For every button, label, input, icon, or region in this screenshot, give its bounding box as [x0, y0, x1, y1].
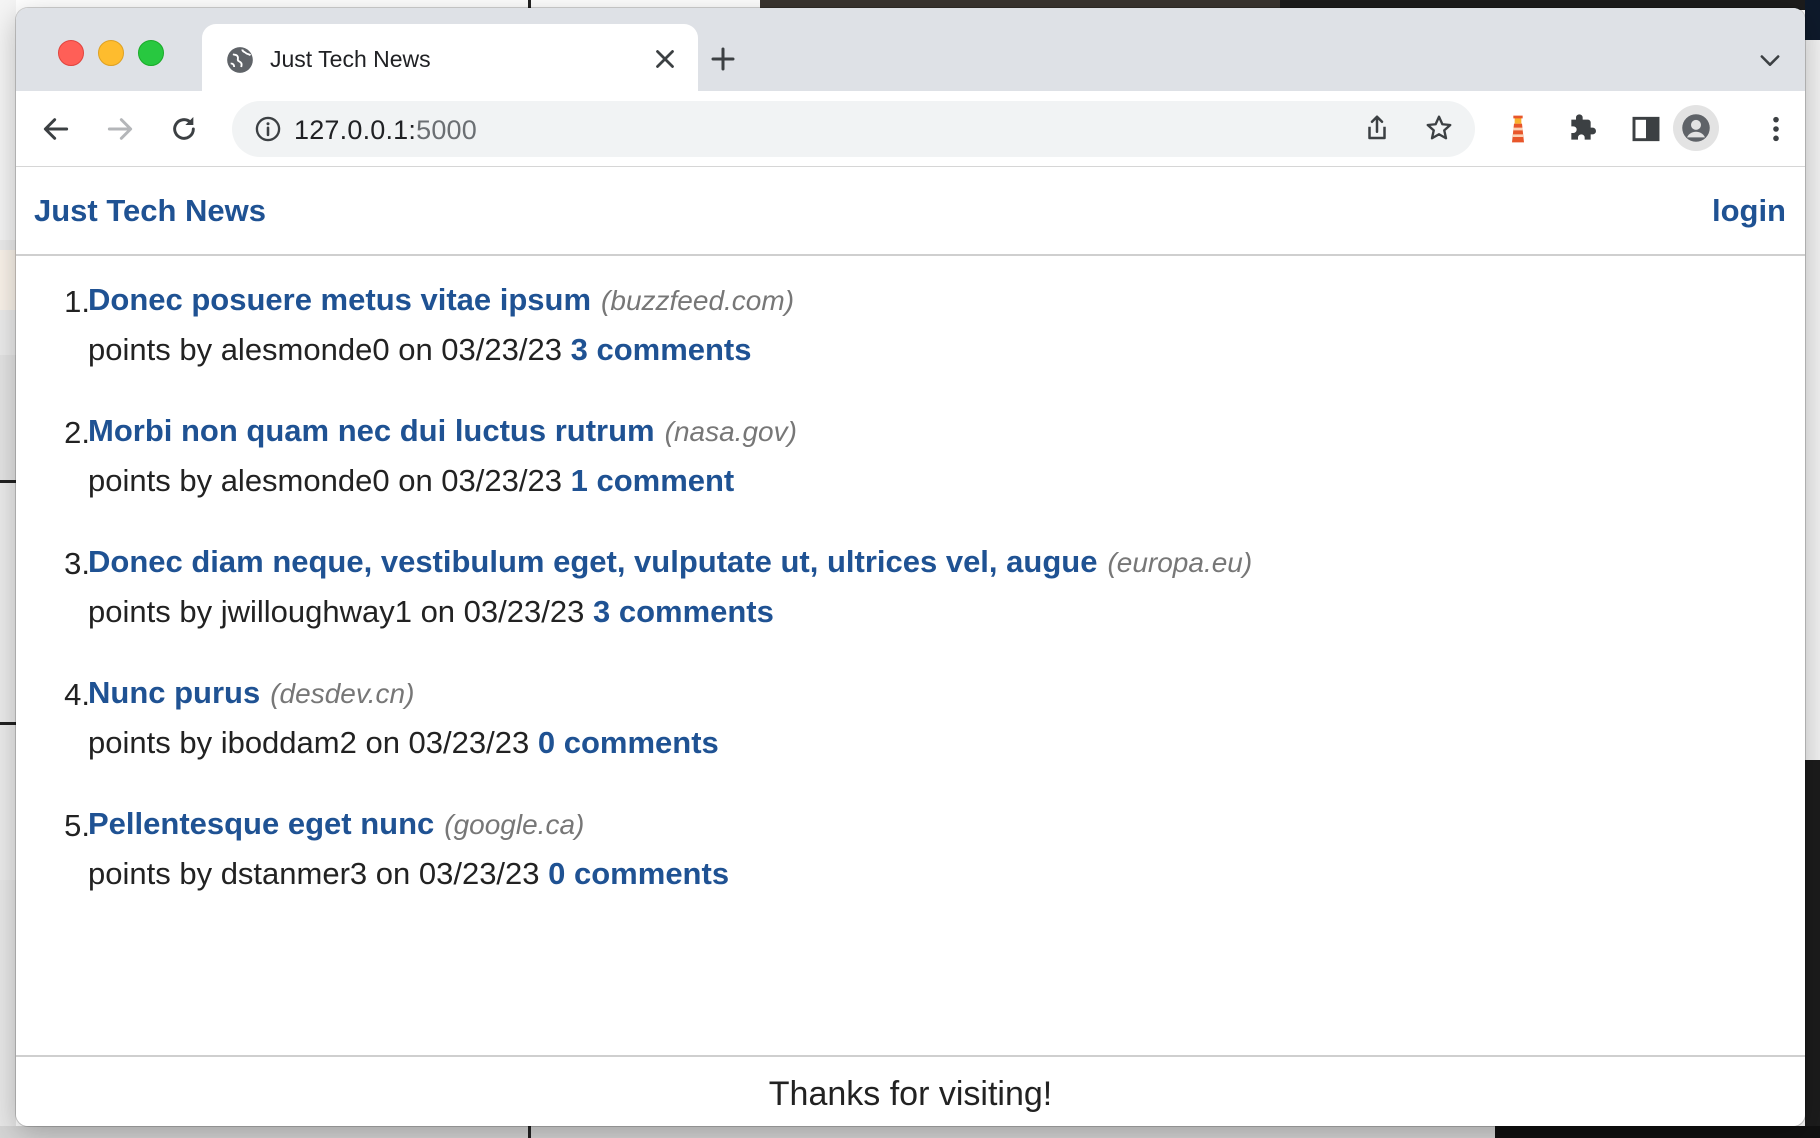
- reload-icon[interactable]: [168, 113, 200, 145]
- desktop-background-left-bottom: [0, 880, 16, 1138]
- browser-tab-active[interactable]: Just Tech News: [202, 24, 698, 91]
- puzzle-icon[interactable]: [1566, 113, 1598, 145]
- profile-icon: [1682, 114, 1710, 142]
- tab-title: Just Tech News: [270, 46, 431, 72]
- chevron-down-icon[interactable]: [1756, 46, 1784, 74]
- more-vert-icon[interactable]: [1760, 113, 1792, 145]
- url-text[interactable]: 127.0.0.1:5000: [294, 115, 477, 146]
- lighthouse-icon[interactable]: [1502, 113, 1534, 145]
- post-meta: points by dstanmer3 on 03/23/23 0 commen…: [88, 856, 729, 892]
- desktop-background-left-panel: [0, 355, 16, 480]
- url-host: 127.0.0.1:: [294, 115, 417, 145]
- desktop-background-bottom-right: [1495, 1126, 1820, 1138]
- desktop-background-right-top: [1805, 0, 1820, 40]
- desktop-background-divider: [0, 722, 16, 725]
- back-arrow-icon[interactable]: [40, 113, 72, 145]
- post-meta-text: points by iboddam2 on 03/23/23: [88, 725, 530, 760]
- post-meta: points by alesmonde0 on 03/23/23 3 comme…: [88, 332, 752, 368]
- browser-window: Just Tech News 127.0.0.1:5000 Just Tech …: [16, 8, 1805, 1126]
- post-title-link[interactable]: Donec posuere metus vitae ipsum (buzzfeed…: [88, 282, 794, 318]
- post-number: 4.: [64, 677, 90, 712]
- star-icon[interactable]: [1424, 113, 1454, 143]
- post-number: 2.: [64, 415, 90, 450]
- browser-toolbar: 127.0.0.1:5000: [16, 91, 1805, 167]
- site-footer: Thanks for visiting!: [16, 1055, 1805, 1126]
- desktop-background-right-bottom: [1805, 760, 1820, 1138]
- post-title: Donec diam neque, vestibulum eget, vulpu…: [88, 544, 1098, 579]
- post-title: Nunc purus: [88, 675, 261, 710]
- post-comments-link[interactable]: 3 comments: [571, 332, 752, 367]
- post-meta: points by jwilloughway1 on 03/23/23 3 co…: [88, 594, 774, 630]
- site-header: Just Tech News login: [16, 167, 1805, 256]
- post-number: 1.: [64, 284, 90, 319]
- post-comments-link[interactable]: 3 comments: [593, 594, 774, 629]
- post-domain: (desdev.cn): [270, 678, 415, 709]
- profile-button[interactable]: [1673, 105, 1719, 151]
- plus-icon[interactable]: [708, 44, 738, 74]
- post-meta-text: points by alesmonde0 on 03/23/23: [88, 332, 562, 367]
- login-link[interactable]: login: [1712, 193, 1786, 229]
- forward-arrow-icon[interactable]: [104, 113, 136, 145]
- post-title: Morbi non quam nec dui luctus rutrum: [88, 413, 655, 448]
- post-comments-link[interactable]: 0 comments: [548, 856, 729, 891]
- post-domain: (nasa.gov): [664, 416, 797, 447]
- post-comments-link[interactable]: 1 comment: [571, 463, 735, 498]
- post-title: Pellentesque eget nunc: [88, 806, 435, 841]
- post-domain: (google.ca): [444, 809, 585, 840]
- info-icon[interactable]: [254, 115, 282, 143]
- window-minimize-button[interactable]: [98, 40, 124, 66]
- desktop-background-left-band: [0, 250, 16, 310]
- window-close-button[interactable]: [58, 40, 84, 66]
- post-title: Donec posuere metus vitae ipsum: [88, 282, 592, 317]
- post-domain: (europa.eu): [1107, 547, 1253, 578]
- desktop-background-divider: [0, 480, 16, 483]
- tab-strip: Just Tech News: [16, 8, 1805, 91]
- post-title-link[interactable]: Morbi non quam nec dui luctus rutrum (nas…: [88, 413, 797, 449]
- sidebar-icon[interactable]: [1630, 113, 1662, 145]
- desktop-background-line: [528, 1126, 531, 1138]
- web-page: Just Tech News login 1. Donec posuere me…: [16, 167, 1805, 1126]
- desktop-background-left-top: [0, 0, 16, 240]
- post-title-link[interactable]: Pellentesque eget nunc (google.ca): [88, 806, 584, 842]
- post-domain: (buzzfeed.com): [601, 285, 795, 316]
- footer-text: Thanks for visiting!: [768, 1075, 1053, 1113]
- window-zoom-button[interactable]: [138, 40, 164, 66]
- close-icon[interactable]: [650, 44, 680, 74]
- address-bar[interactable]: 127.0.0.1:5000: [232, 101, 1475, 157]
- url-port: 5000: [416, 115, 477, 145]
- globe-icon: [227, 47, 253, 73]
- post-meta: points by iboddam2 on 03/23/23 0 comment…: [88, 725, 719, 761]
- post-meta: points by alesmonde0 on 03/23/23 1 comme…: [88, 463, 734, 499]
- post-meta-text: points by jwilloughway1 on 03/23/23: [88, 594, 585, 629]
- post-title-link[interactable]: Donec diam neque, vestibulum eget, vulpu…: [88, 544, 1252, 580]
- post-number: 5.: [64, 808, 90, 843]
- site-title-link[interactable]: Just Tech News: [34, 193, 266, 229]
- post-meta-text: points by alesmonde0 on 03/23/23: [88, 463, 562, 498]
- post-number: 3.: [64, 546, 90, 581]
- post-meta-text: points by dstanmer3 on 03/23/23: [88, 856, 540, 891]
- post-title-link[interactable]: Nunc purus (desdev.cn): [88, 675, 414, 711]
- share-icon[interactable]: [1362, 113, 1392, 143]
- post-comments-link[interactable]: 0 comments: [538, 725, 719, 760]
